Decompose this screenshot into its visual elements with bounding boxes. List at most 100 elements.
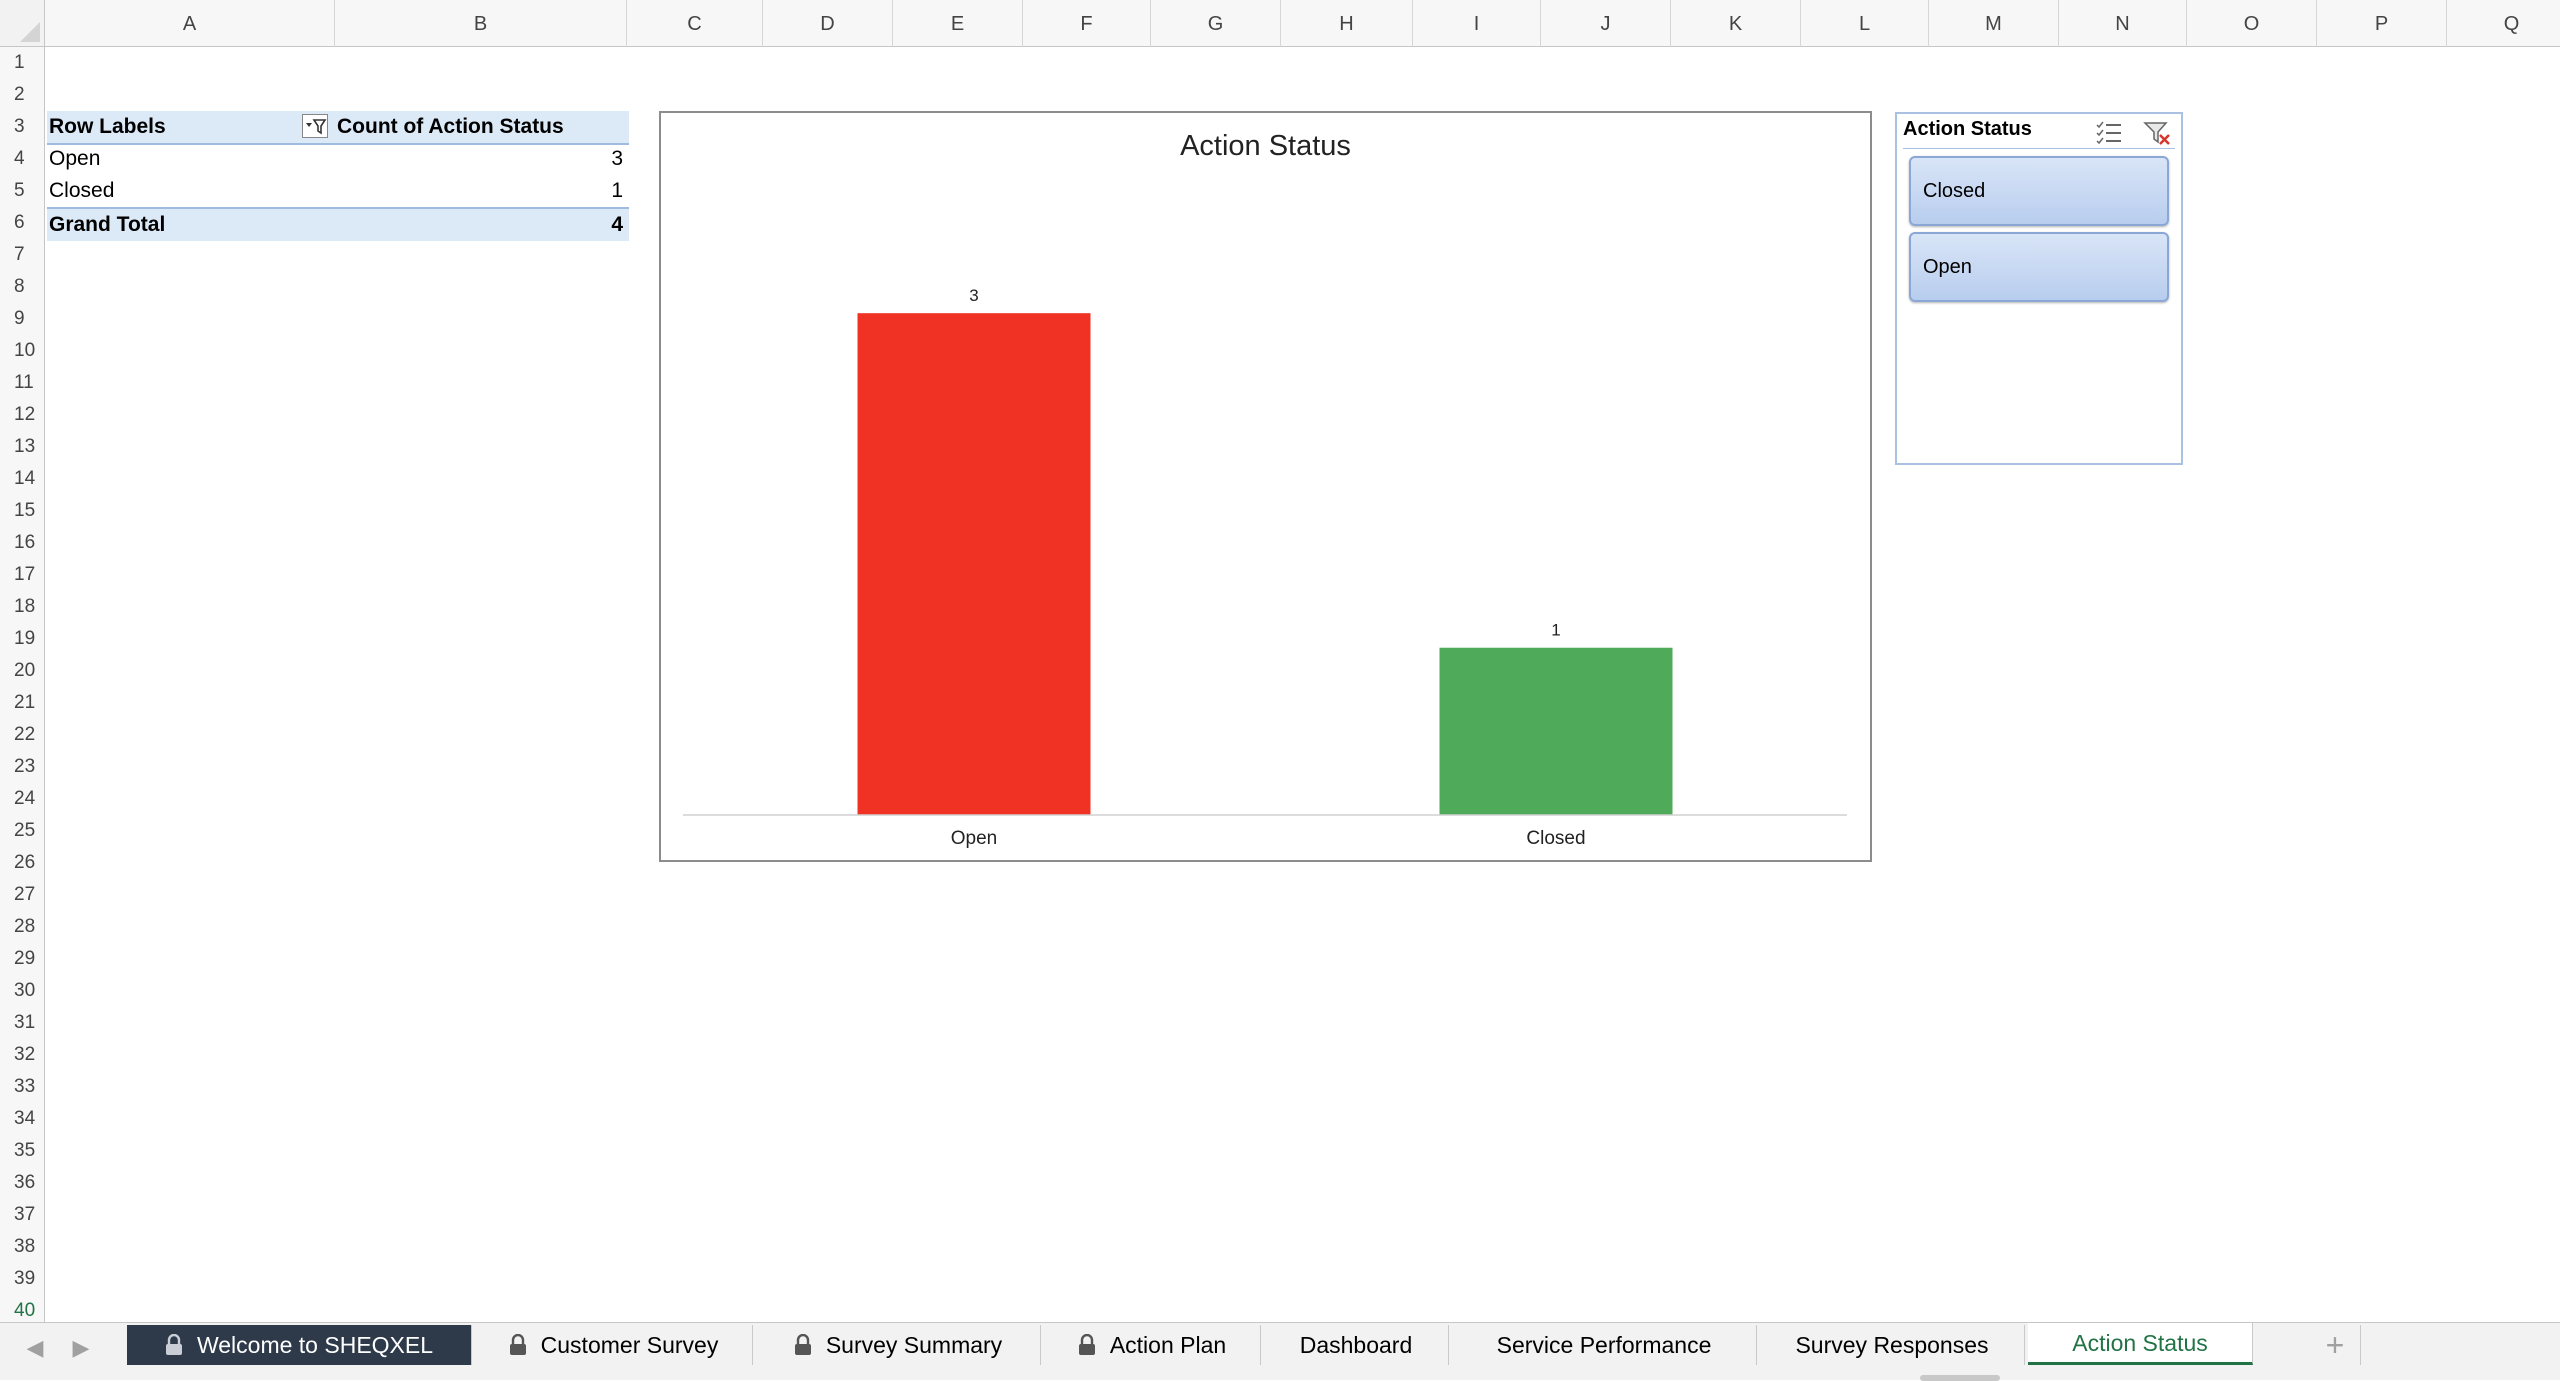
tab-action-status[interactable]: Action Status xyxy=(2028,1323,2253,1365)
row-header-4[interactable]: 4 xyxy=(0,143,44,175)
multi-select-icon[interactable] xyxy=(2095,120,2125,146)
lock-icon xyxy=(794,1333,811,1355)
spreadsheet-grid[interactable]: ABCDEFGHIJKLMNOPQ 1 2 3 4 5 6 7 8 9 10 11 12 13 14 15 1… xyxy=(0,0,2560,1322)
lock-icon xyxy=(509,1333,526,1355)
data-label-closed[interactable]: 1 xyxy=(1551,621,1560,640)
row-header-32[interactable]: 32 xyxy=(0,1039,44,1071)
select-all-corner[interactable] xyxy=(0,0,45,47)
row-header-19[interactable]: 19 xyxy=(0,623,44,655)
tab-survey-responses[interactable]: Survey Responses xyxy=(1760,1325,2025,1365)
grand-total-value[interactable]: 4 xyxy=(611,209,623,241)
row-header-28[interactable]: 28 xyxy=(0,911,44,943)
row-header-5[interactable]: 5 xyxy=(0,175,44,207)
pivot-row-value[interactable]: 1 xyxy=(611,175,623,207)
column-header-k[interactable]: K xyxy=(1671,0,1801,47)
row-header-2[interactable]: 2 xyxy=(0,79,44,111)
row-header-8[interactable]: 8 xyxy=(0,271,44,303)
row-labels-header[interactable]: Row Labels xyxy=(49,111,166,143)
pivot-row-label[interactable]: Open xyxy=(49,143,100,175)
row-header-23[interactable]: 23 xyxy=(0,751,44,783)
count-header[interactable]: Count of Action Status xyxy=(337,111,564,143)
bar-closed[interactable] xyxy=(1439,647,1673,815)
row-header-1[interactable]: 1 xyxy=(0,47,44,79)
tab-dashboard[interactable]: Dashboard xyxy=(1264,1325,1449,1365)
add-sheet-button[interactable]: + xyxy=(2310,1325,2361,1365)
row-header-6[interactable]: 6 xyxy=(0,207,44,239)
row-header-26[interactable]: 26 xyxy=(0,847,44,879)
row-header-37[interactable]: 37 xyxy=(0,1199,44,1231)
category-label-open[interactable]: Open xyxy=(951,828,997,849)
row-header-27[interactable]: 27 xyxy=(0,879,44,911)
column-header-o[interactable]: O xyxy=(2187,0,2317,47)
tab-action-plan[interactable]: Action Plan xyxy=(1044,1325,1261,1365)
row-header-12[interactable]: 12 xyxy=(0,399,44,431)
row-header-18[interactable]: 18 xyxy=(0,591,44,623)
row-header-34[interactable]: 34 xyxy=(0,1103,44,1135)
row-header-39[interactable]: 39 xyxy=(0,1263,44,1295)
row-header-9[interactable]: 9 xyxy=(0,303,44,335)
column-header-c[interactable]: C xyxy=(627,0,763,47)
row-header-11[interactable]: 11 xyxy=(0,367,44,399)
row-header-33[interactable]: 33 xyxy=(0,1071,44,1103)
tab-label: Survey Summary xyxy=(825,1332,1003,1358)
slicer-item-closed[interactable]: Closed xyxy=(1909,156,2169,226)
row-headers: 1 2 3 4 5 6 7 8 9 10 11 12 13 14 15 16 17 18 19 20 21 22 23 24 2… xyxy=(0,47,45,1322)
column-header-q[interactable]: Q xyxy=(2447,0,2560,47)
pivot-row-closed: Closed 1 xyxy=(47,175,629,207)
row-header-14[interactable]: 14 xyxy=(0,463,44,495)
action-status-chart[interactable]: Action Status 3 Open 1 Closed xyxy=(659,111,1872,862)
slicer-item-open[interactable]: Open xyxy=(1909,232,2169,302)
pivot-row-label[interactable]: Closed xyxy=(49,175,114,207)
column-header-f[interactable]: F xyxy=(1023,0,1151,47)
column-header-d[interactable]: D xyxy=(763,0,893,47)
action-status-slicer[interactable]: Action Status Closed Open xyxy=(1895,112,2183,465)
column-header-g[interactable]: G xyxy=(1151,0,1281,47)
data-label-open[interactable]: 3 xyxy=(969,286,978,305)
column-header-p[interactable]: P xyxy=(2317,0,2447,47)
scroll-tabs-left-icon[interactable]: ◀ xyxy=(20,1333,50,1363)
row-header-40[interactable]: 40 xyxy=(0,1295,44,1322)
row-header-15[interactable]: 15 xyxy=(0,495,44,527)
column-header-j[interactable]: J xyxy=(1541,0,1671,47)
category-label-closed[interactable]: Closed xyxy=(1526,828,1585,849)
grand-total-label[interactable]: Grand Total xyxy=(49,209,165,241)
lock-icon xyxy=(1078,1333,1095,1355)
row-header-17[interactable]: 17 xyxy=(0,559,44,591)
column-header-i[interactable]: I xyxy=(1413,0,1541,47)
horizontal-scrollbar[interactable] xyxy=(1920,1375,2000,1381)
tab-customer-survey[interactable]: Customer Survey xyxy=(475,1325,753,1365)
row-header-25[interactable]: 25 xyxy=(0,815,44,847)
column-header-m[interactable]: M xyxy=(1929,0,2059,47)
row-header-35[interactable]: 35 xyxy=(0,1135,44,1167)
row-header-20[interactable]: 20 xyxy=(0,655,44,687)
row-header-29[interactable]: 29 xyxy=(0,943,44,975)
column-header-e[interactable]: E xyxy=(893,0,1023,47)
row-header-3[interactable]: 3 xyxy=(0,111,44,143)
bar-open[interactable] xyxy=(857,313,1091,815)
row-labels-filter-button[interactable] xyxy=(302,114,328,138)
row-header-16[interactable]: 16 xyxy=(0,527,44,559)
row-header-38[interactable]: 38 xyxy=(0,1231,44,1263)
filter-dropdown-icon xyxy=(306,119,327,135)
tab-welcome-to-sheqxel[interactable]: Welcome to SHEQXEL xyxy=(127,1325,472,1365)
row-header-22[interactable]: 22 xyxy=(0,719,44,751)
chart-title[interactable]: Action Status xyxy=(1180,130,1351,162)
row-header-21[interactable]: 21 xyxy=(0,687,44,719)
row-header-31[interactable]: 31 xyxy=(0,1007,44,1039)
column-header-n[interactable]: N xyxy=(2059,0,2187,47)
row-header-24[interactable]: 24 xyxy=(0,783,44,815)
column-header-h[interactable]: H xyxy=(1281,0,1413,47)
row-header-13[interactable]: 13 xyxy=(0,431,44,463)
row-header-36[interactable]: 36 xyxy=(0,1167,44,1199)
column-header-b[interactable]: B xyxy=(335,0,627,47)
pivot-row-value[interactable]: 3 xyxy=(611,143,623,175)
tab-service-performance[interactable]: Service Performance xyxy=(1452,1325,1757,1365)
column-header-a[interactable]: A xyxy=(45,0,335,47)
row-header-30[interactable]: 30 xyxy=(0,975,44,1007)
scroll-tabs-right-icon[interactable]: ▶ xyxy=(66,1333,96,1363)
row-header-10[interactable]: 10 xyxy=(0,335,44,367)
row-header-7[interactable]: 7 xyxy=(0,239,44,271)
clear-filter-icon[interactable] xyxy=(2142,120,2172,146)
tab-survey-summary[interactable]: Survey Summary xyxy=(756,1325,1041,1365)
column-header-l[interactable]: L xyxy=(1801,0,1929,47)
